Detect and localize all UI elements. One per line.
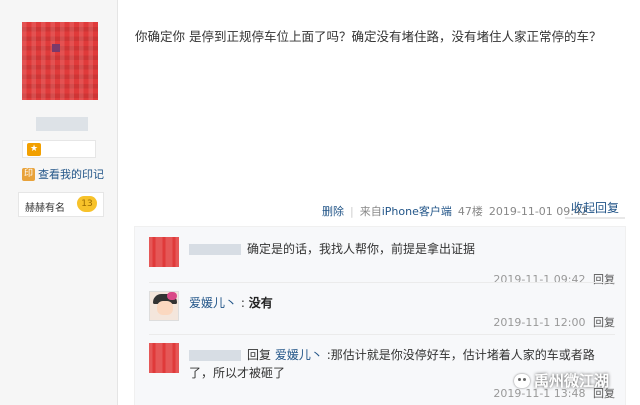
meta-separator: | (350, 204, 354, 218)
reply-item: 爱媛儿丶 : 没有 2019-11-1 12:00 回复 (149, 291, 615, 331)
username-blurred[interactable] (36, 117, 88, 131)
reply-username-blurred[interactable] (189, 350, 241, 361)
post-meta: 删除 | 来自iPhone客户端 47楼 2019-11-01 09:42 (322, 203, 588, 219)
reply-meta: 2019-11-1 12:00 回复 (493, 314, 615, 330)
reply-meta: 2019-11-1 09:42 回复 (493, 271, 615, 287)
post-content: 你确定你 是停到正规停车位上面了吗？确定没有堵住路，没有堵住人家正常停的车？ (135, 29, 602, 44)
reply-line: 爱媛儿丶 : 没有 (189, 294, 273, 311)
reply-username-blurred[interactable] (189, 244, 241, 255)
reply-button[interactable]: 回复 (593, 316, 615, 329)
view-mark-link[interactable]: 印 查看我的印记 (22, 167, 104, 181)
reply-text: 没有 (248, 296, 273, 310)
client-link[interactable]: iPhone客户端 (382, 205, 452, 218)
reply-separator: : (240, 296, 245, 310)
source-prefix: 来自 (359, 205, 382, 218)
reply-target-user[interactable]: 爱媛儿丶 (275, 348, 323, 362)
delete-link[interactable]: 删除 (322, 203, 344, 219)
mark-icon: 印 (22, 167, 35, 181)
reply-prefix: 回复 (247, 348, 272, 362)
reply-avatar[interactable] (149, 343, 179, 373)
user-sidebar: ★ 印 查看我的印记 赫赫有名 13 (0, 0, 118, 405)
rank-label: 赫赫有名 (25, 203, 65, 214)
collapse-replies-button[interactable]: 收起回复 (565, 197, 625, 219)
reply-divider (149, 334, 615, 335)
rank-level-badge: 13 (77, 196, 97, 212)
medal-box: ★ (22, 140, 96, 158)
reply-time: 2019-11-1 09:42 (493, 273, 586, 286)
watermark: 禹州微江湖 (514, 370, 609, 391)
reply-avatar[interactable] (149, 237, 179, 267)
reply-divider (149, 282, 615, 283)
source-text: 来自iPhone客户端 (360, 203, 452, 219)
reply-text: 确定是的话，我找人帮你，前提是拿出证据 (247, 242, 476, 256)
reply-line: 回复 爱媛儿丶 :那估计就是你没停好车，估计堵着人家的车或者路 (189, 346, 595, 363)
reply-username[interactable]: 爱媛儿丶 (189, 296, 237, 310)
reply-button[interactable]: 回复 (593, 273, 615, 286)
reply-text: :那估计就是你没停好车，估计堵着人家的车或者路 (326, 348, 595, 362)
rank-box: 赫赫有名 13 (18, 192, 104, 217)
floor-number: 47楼 (457, 205, 483, 218)
reply-avatar[interactable] (149, 291, 179, 321)
reply-line-2: 了，所以才被砸了 (189, 364, 285, 381)
avatar[interactable] (22, 22, 98, 100)
reply-text-continued: 了，所以才被砸了 (189, 366, 286, 380)
medal-icon[interactable]: ★ (27, 143, 41, 156)
watermark-text: 禹州微江湖 (534, 372, 610, 390)
reply-line: 确定是的话，我找人帮你，前提是拿出证据 (189, 240, 475, 257)
mark-link-label[interactable]: 查看我的印记 (38, 166, 104, 182)
wechat-icon (514, 373, 530, 388)
reply-item: 确定是的话，我找人帮你，前提是拿出证据 2019-11-1 09:42 回复 (149, 237, 615, 286)
reply-time: 2019-11-1 12:00 (493, 316, 586, 329)
